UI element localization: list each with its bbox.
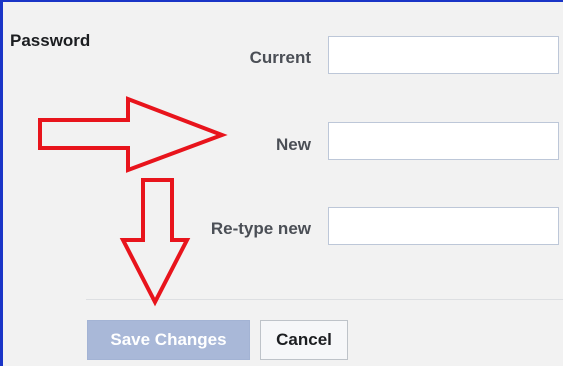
section-title: Password <box>10 31 91 50</box>
save-changes-button[interactable]: Save Changes <box>87 320 250 360</box>
retype-password-label: Re-type new <box>210 219 311 238</box>
current-password-input[interactable] <box>328 36 559 74</box>
cancel-button[interactable]: Cancel <box>260 320 348 360</box>
new-password-input[interactable] <box>328 122 559 160</box>
current-password-label: Current <box>249 48 311 67</box>
password-settings-panel: Password Current New Re-type new Save Ch… <box>0 0 563 366</box>
new-password-label: New <box>276 135 311 154</box>
form-divider <box>86 299 563 300</box>
retype-password-input[interactable] <box>328 207 559 245</box>
